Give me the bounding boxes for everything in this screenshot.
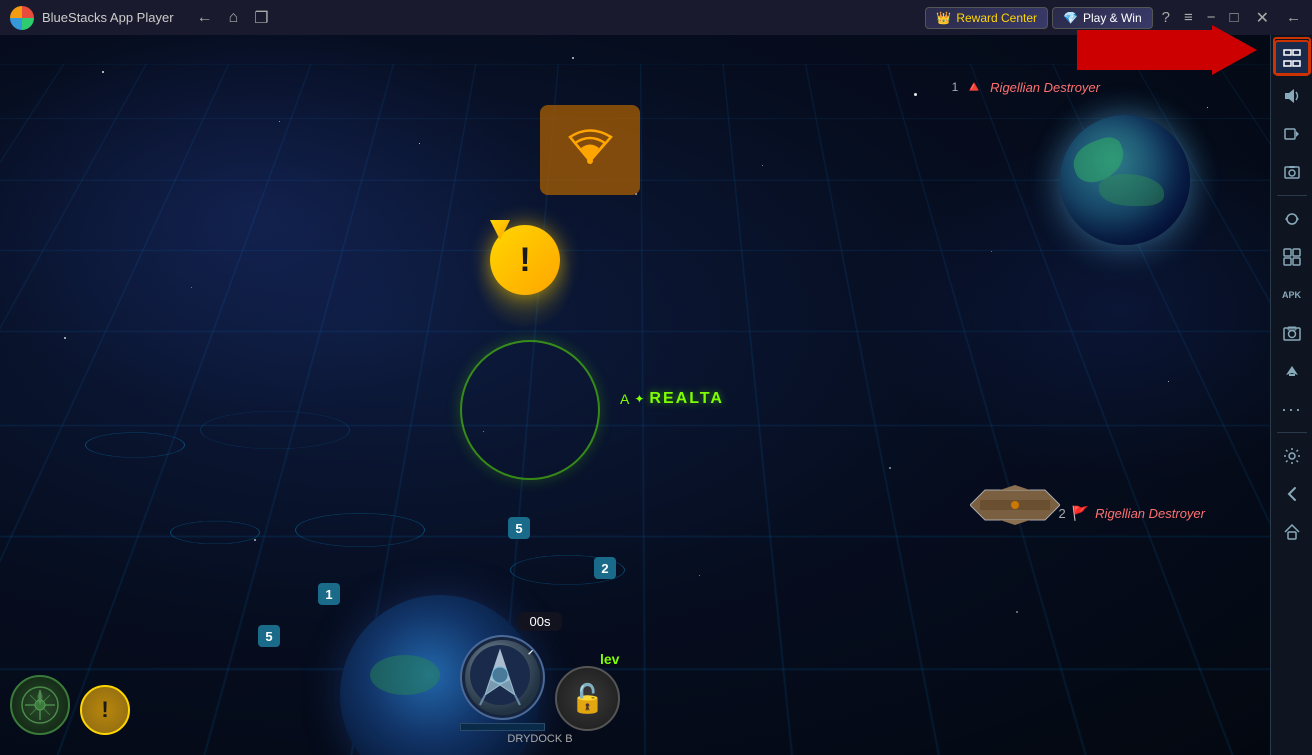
game-area[interactable]: 1 🔺 Rigellian Destroyer ! A ✦ REALTA xyxy=(0,35,1270,755)
enemy-flag-bottom: 🚩 xyxy=(1072,505,1089,522)
realta-text: REALTA xyxy=(649,390,724,408)
badge-5-bot: 5 xyxy=(258,625,280,647)
exclamation-marker[interactable]: ! xyxy=(490,225,510,240)
screenshot-button[interactable] xyxy=(1274,154,1310,190)
more-button[interactable]: ··· xyxy=(1274,391,1310,427)
badge-5-top: 5 xyxy=(508,517,530,539)
realta-label: A ✦ REALTA xyxy=(620,390,724,408)
logo-area: BlueStacks App Player xyxy=(0,6,184,30)
marker-exclamation: ! xyxy=(519,243,530,277)
gem-icon: 💎 xyxy=(1063,11,1078,25)
signal-icon xyxy=(563,119,618,181)
enemy-text-bottom: Rigellian Destroyer xyxy=(1095,506,1205,521)
exclamation-badge[interactable]: ! xyxy=(80,685,130,735)
reward-center-button[interactable]: 👑 Reward Center xyxy=(925,7,1048,29)
sidebar-divider-2 xyxy=(1277,432,1307,433)
enemy-num-bottom: 2 xyxy=(1059,506,1066,521)
apk-button[interactable]: APK xyxy=(1274,277,1310,313)
ship-arrow-icon: ↗ xyxy=(526,642,538,659)
bluestacks-logo xyxy=(10,6,34,30)
arrow-back-button[interactable]: ← xyxy=(1281,7,1306,28)
enemy-ship-bottom xyxy=(970,485,1060,530)
red-arrow-annotation xyxy=(1077,25,1257,75)
signal-icon-container[interactable] xyxy=(540,105,640,195)
dock-progress-bar xyxy=(460,723,545,731)
camera-button[interactable] xyxy=(1274,315,1310,351)
fullscreen-button[interactable] xyxy=(1274,40,1310,76)
dock-ship-area: ↗ 🔓 xyxy=(460,635,620,731)
dock-timer: 00s xyxy=(518,612,563,631)
sync-button[interactable] xyxy=(1274,201,1310,237)
badge-1: 1 xyxy=(318,583,340,605)
record-button[interactable] xyxy=(1274,116,1310,152)
arrow-head xyxy=(1212,25,1257,75)
federation-logo[interactable] xyxy=(10,675,70,735)
enemy-num-top: 1 xyxy=(952,80,959,94)
arrow-body xyxy=(1077,25,1257,75)
flight-mode-button[interactable] xyxy=(1274,353,1310,389)
enemy-text-top: Rigellian Destroyer xyxy=(990,80,1100,95)
home-sidebar-button[interactable] xyxy=(1274,514,1310,550)
enemy-icon-top: 🔺 xyxy=(964,77,984,97)
right-sidebar: APK ··· xyxy=(1270,35,1312,755)
crown-icon: 👑 xyxy=(936,11,951,25)
enemy-label-top: 1 🔺 Rigellian Destroyer xyxy=(952,77,1100,97)
orbit-5 xyxy=(200,411,350,449)
dock-lock-button[interactable]: 🔓 xyxy=(555,666,620,731)
duplicate-nav-button[interactable]: ❐ xyxy=(249,6,273,30)
planet-earth xyxy=(1060,115,1190,245)
sidebar-divider-1 xyxy=(1277,195,1307,196)
orbit-4 xyxy=(85,432,185,457)
app-title: BlueStacks App Player xyxy=(42,10,174,25)
green-ring xyxy=(460,340,600,480)
back-sidebar-button[interactable] xyxy=(1274,476,1310,512)
orbit-1 xyxy=(295,513,425,547)
back-nav-button[interactable]: ← xyxy=(192,7,218,29)
lev-partial-text: lev xyxy=(600,651,619,667)
home-nav-button[interactable]: ⌂ xyxy=(224,7,244,29)
badge-2-right: 2 xyxy=(594,557,616,579)
realta-star: ✦ xyxy=(634,392,644,406)
realta-prefix: A xyxy=(620,391,629,407)
dock-label: DRYDOCK B xyxy=(507,733,572,745)
multi-instance-button[interactable] xyxy=(1274,239,1310,275)
orbit-2 xyxy=(170,521,260,544)
enemy-label-bottom: 2 🚩 Rigellian Destroyer xyxy=(1059,505,1206,522)
dock-ship-button[interactable]: ↗ xyxy=(460,635,545,720)
settings-button[interactable] xyxy=(1274,438,1310,474)
titlebar-nav: ← ⌂ ❐ xyxy=(192,6,274,30)
volume-button[interactable] xyxy=(1274,78,1310,114)
ship-dock[interactable]: 00s ↗ xyxy=(460,612,620,745)
arrow-rect xyxy=(1077,30,1217,70)
